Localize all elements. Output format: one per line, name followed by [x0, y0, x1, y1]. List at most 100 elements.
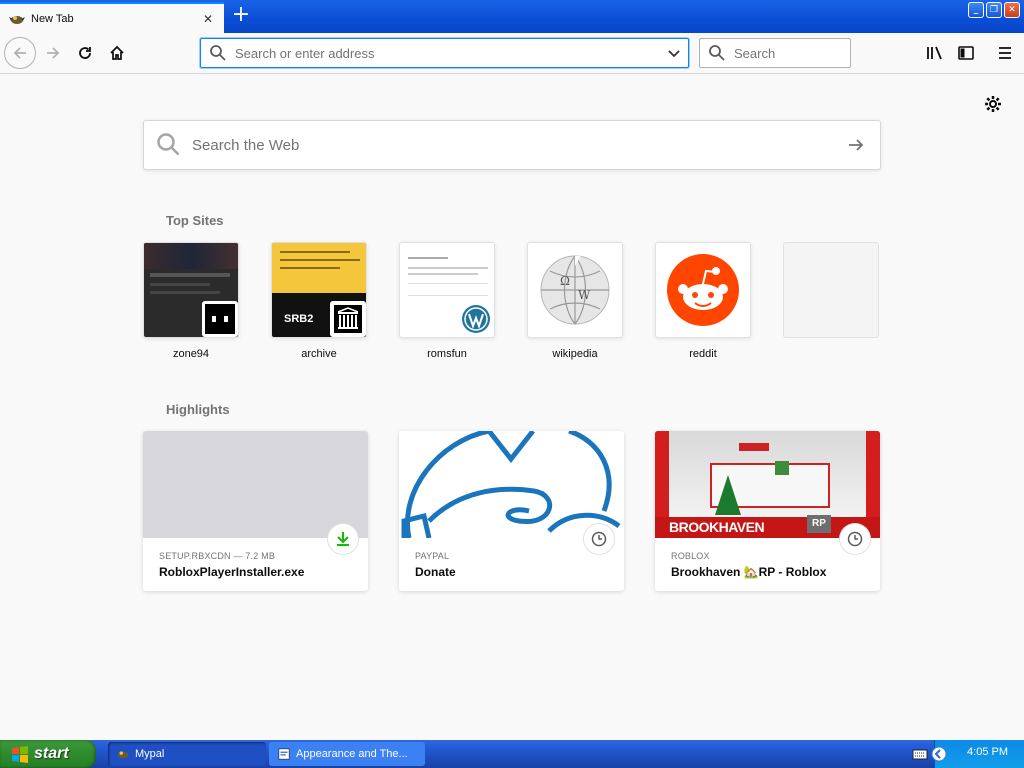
library-icon [927, 46, 942, 60]
hamburger-menu-icon [999, 47, 1011, 59]
start-button[interactable]: start [0, 740, 96, 768]
top-site-reddit[interactable]: reddit [655, 242, 751, 360]
clock: 4:05 PM [967, 746, 1008, 758]
top-site-label: reddit [689, 348, 717, 360]
forward-button[interactable] [37, 37, 69, 69]
top-site-zone94[interactable]: zone94 [143, 242, 239, 360]
highlight-source: SETUP.RBXCDN — 7.2 MB [159, 551, 276, 561]
taskbar-item-mypal[interactable]: Mypal [108, 742, 266, 766]
zone94-badge [202, 301, 238, 337]
highlight-source: ROBLOX [671, 551, 710, 561]
tray-collapse-icon[interactable] [931, 746, 947, 762]
taskbar-item-label: Appearance and The... [296, 748, 408, 760]
paypal-illustration [401, 431, 621, 538]
tab-close-icon[interactable]: ✕ [200, 11, 216, 27]
web-search-box[interactable]: Search the Web [143, 120, 881, 170]
highlight-preview [399, 431, 624, 538]
archive-badge [330, 301, 366, 337]
svg-text:Ω: Ω [560, 274, 570, 288]
tab-strip: New Tab ✕ + _ ❐ ✕ [0, 0, 1024, 33]
site-thumbnail [143, 242, 239, 338]
top-site-label: wikipedia [552, 348, 598, 360]
wordpress-icon [462, 305, 490, 333]
site-thumbnail: SRB2 [271, 242, 367, 338]
taskbar: start Mypal Appearance and The... 4:05 P… [0, 740, 1024, 768]
address-bar[interactable]: Search or enter address [200, 38, 689, 68]
web-search-placeholder: Search the Web [192, 136, 300, 154]
taskbar-item-appearance[interactable]: Appearance and The... [269, 742, 425, 766]
reload-icon [79, 47, 91, 59]
site-thumbnail: Ω W [527, 242, 623, 338]
taskbar-item-label: Mypal [135, 748, 165, 760]
highlight-source: PAYPAL [415, 551, 450, 561]
forward-arrow-icon [47, 47, 60, 59]
brookhaven-rp-badge: RP [807, 515, 831, 533]
clock-icon [847, 531, 863, 547]
highlight-card-roblox-installer[interactable]: SETUP.RBXCDN — 7.2 MB RobloxPlayerInstal… [143, 431, 368, 591]
new-tab-page: Search the Web Top Sites zone94 SRB2 arc… [0, 75, 1024, 740]
search-icon [210, 45, 226, 61]
control-panel-icon [278, 748, 290, 760]
highlight-card-paypal-donate[interactable]: PAYPAL Donate [399, 431, 624, 591]
home-button[interactable] [101, 37, 133, 69]
highlight-type-badge [328, 524, 358, 554]
address-placeholder: Search or enter address [235, 45, 375, 61]
top-site-romsfun[interactable]: romsfun [399, 242, 495, 360]
brookhaven-logo-text: BROOKHAVEN [669, 519, 765, 535]
highlight-title: RobloxPlayerInstaller.exe [159, 565, 305, 579]
back-arrow-icon [13, 47, 26, 59]
keyboard-icon[interactable] [912, 747, 928, 764]
search-bar[interactable]: Search [699, 38, 851, 68]
highlight-title: Donate [415, 565, 456, 579]
mypal-logo-icon [9, 11, 25, 27]
highlight-type-badge [584, 524, 614, 554]
sidebar-icon [958, 46, 974, 60]
minimize-button[interactable]: _ [968, 2, 984, 18]
top-site-wikipedia[interactable]: Ω W wikipedia [527, 242, 623, 360]
system-tray: 4:05 PM [931, 740, 1024, 768]
srb2-logo-text: SRB2 [284, 313, 314, 325]
home-icon [110, 45, 124, 60]
menu-button[interactable] [993, 41, 1017, 65]
archive-building-icon [334, 305, 362, 333]
windows-logo-icon [12, 746, 28, 763]
download-icon [337, 532, 349, 546]
highlight-type-badge [840, 524, 870, 554]
chevron-down-icon[interactable] [666, 45, 682, 61]
tab-new-tab[interactable]: New Tab ✕ [0, 2, 224, 33]
wikipedia-globe-icon: Ω W [540, 255, 610, 325]
gear-icon [985, 96, 1001, 112]
site-thumbnail [655, 242, 751, 338]
mypal-logo-icon [117, 751, 129, 759]
top-site-label: archive [301, 348, 337, 360]
reload-button[interactable] [69, 37, 101, 69]
reddit-logo-icon [667, 254, 739, 326]
svg-text:W: W [578, 288, 591, 302]
close-window-button[interactable]: ✕ [1004, 2, 1020, 18]
site-thumbnail [399, 242, 495, 338]
tab-title: New Tab [31, 12, 74, 25]
top-site-label: romsfun [427, 348, 467, 360]
top-site-empty-slot[interactable] [783, 242, 879, 338]
library-button[interactable] [922, 41, 946, 65]
highlight-card-brookhaven[interactable]: BROOKHAVEN RP ROBLOX Brookhaven 🏡RP - Ro… [655, 431, 880, 591]
sidebar-button[interactable] [954, 41, 978, 65]
search-icon [157, 133, 180, 156]
new-tab-button[interactable]: + [230, 4, 252, 27]
back-button[interactable] [4, 37, 36, 69]
arrow-right-icon[interactable] [846, 135, 866, 155]
highlights-heading: Highlights [166, 402, 230, 417]
wordpress-badge [458, 301, 494, 337]
restore-button[interactable]: ❐ [986, 2, 1002, 18]
search-icon [709, 45, 725, 61]
clock-icon [591, 531, 607, 547]
top-sites-heading: Top Sites [166, 213, 224, 228]
highlight-preview: BROOKHAVEN RP [655, 431, 880, 538]
highlight-title: Brookhaven 🏡RP - Roblox [671, 565, 827, 579]
window-controls: _ ❐ ✕ [968, 2, 1020, 18]
search-placeholder: Search [734, 45, 776, 61]
start-label: start [34, 745, 69, 762]
site-thumbnail-placeholder [783, 242, 879, 338]
settings-gear-button[interactable] [983, 94, 1003, 114]
top-site-archive[interactable]: SRB2 archive [271, 242, 367, 360]
